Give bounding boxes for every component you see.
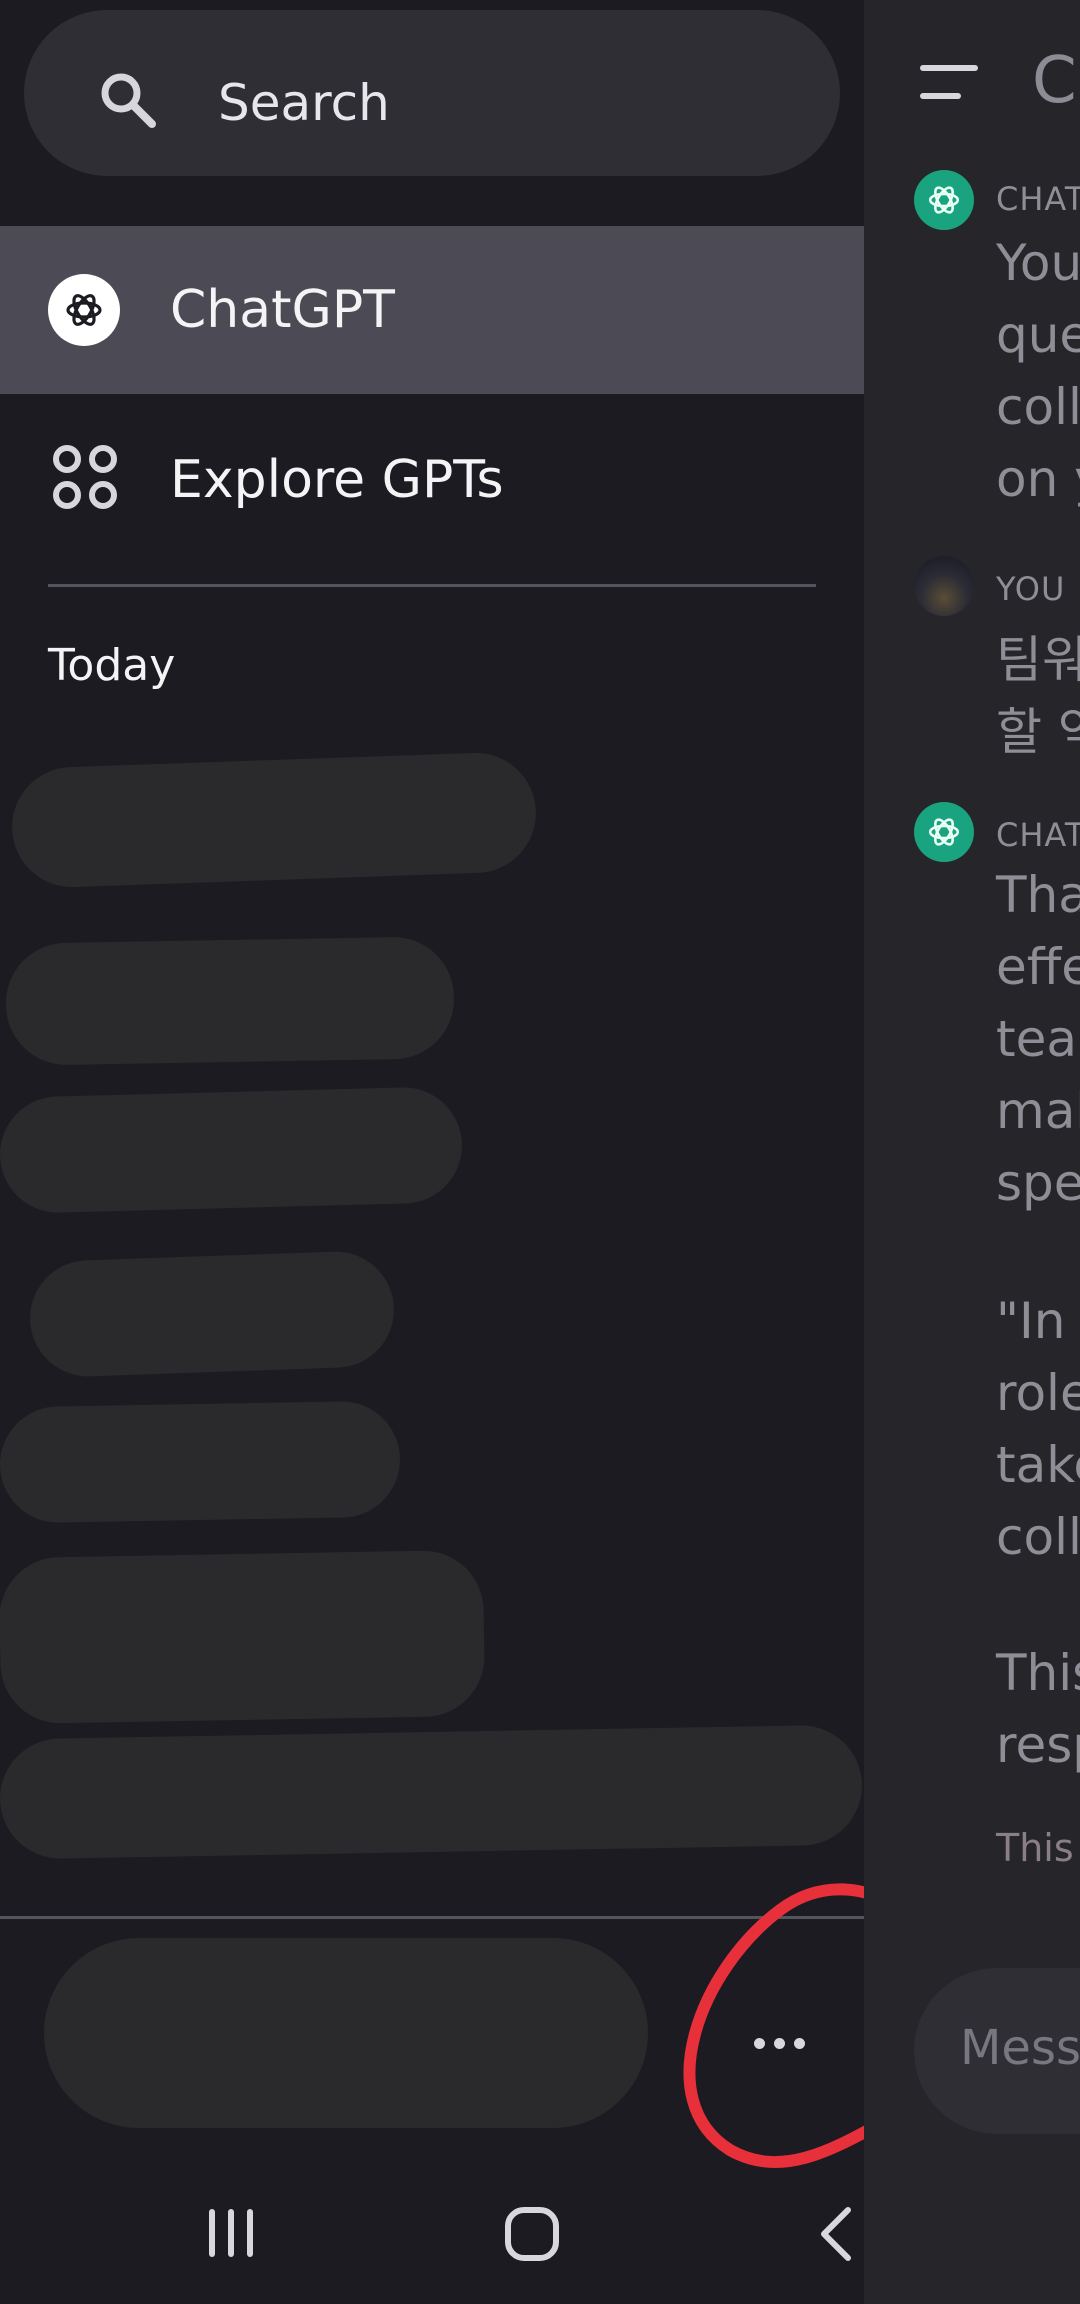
message-text: mak xyxy=(996,1082,1080,1140)
redacted-history-item[interactable] xyxy=(0,1085,464,1215)
search-label: Search xyxy=(218,74,390,132)
grid-icon xyxy=(52,444,118,514)
chat-title: Ch xyxy=(1032,44,1080,118)
sidebar-item-label: ChatGPT xyxy=(170,280,395,340)
redacted-history-item[interactable] xyxy=(28,1249,396,1379)
search-input[interactable]: Search xyxy=(24,10,840,176)
chatgpt-avatar-icon xyxy=(914,170,974,230)
message-input-placeholder: Mess xyxy=(960,2020,1080,2076)
chat-panel: Ch CHAT You que colla on y YOU 팀워 할 역 CH… xyxy=(864,0,1080,2304)
message-text: spe xyxy=(996,1154,1080,1212)
message-input[interactable]: Mess xyxy=(914,1968,1080,2134)
message-text: on y xyxy=(996,450,1080,508)
redacted-history-item[interactable] xyxy=(4,936,456,1066)
chat-header: Ch xyxy=(864,0,1080,170)
message-text: This xyxy=(996,1644,1080,1702)
redacted-account-profile[interactable] xyxy=(44,1938,648,2128)
recents-icon[interactable] xyxy=(206,2208,256,2258)
chatgpt-avatar-icon xyxy=(914,802,974,862)
message-text: tean xyxy=(996,1010,1080,1068)
menu-icon[interactable] xyxy=(920,64,978,100)
message-text: 할 역 xyxy=(996,703,1080,761)
system-navigation-bar xyxy=(0,2150,864,2304)
sidebar-item-chatgpt[interactable]: ChatGPT xyxy=(0,226,864,394)
back-icon[interactable] xyxy=(816,2206,856,2262)
sidebar-item-label: Explore GPTs xyxy=(170,450,504,510)
message-text: que xyxy=(996,306,1080,364)
home-icon[interactable] xyxy=(504,2206,560,2262)
redacted-history-item[interactable] xyxy=(0,1549,486,1725)
search-icon xyxy=(98,70,158,134)
message-text: Tha xyxy=(996,866,1080,924)
redacted-history-item[interactable] xyxy=(0,1400,401,1524)
message-text: resp xyxy=(996,1716,1080,1774)
sidebar-item-explore-gpts[interactable]: Explore GPTs xyxy=(0,396,864,564)
message-text: effe xyxy=(996,938,1080,996)
message-text: You xyxy=(996,234,1080,292)
redacted-history-item[interactable] xyxy=(0,1724,863,1860)
sidebar: Search ChatGPT Explore GPTs Today xyxy=(0,0,952,2304)
message-text: colla xyxy=(996,1508,1080,1566)
section-heading-today: Today xyxy=(48,640,176,691)
message-footnote: This xyxy=(996,1826,1074,1870)
chatgpt-logo-icon xyxy=(48,274,120,346)
message-text: take xyxy=(996,1436,1080,1494)
message-text: colla xyxy=(996,378,1080,436)
message-sender: YOU xyxy=(996,570,1066,608)
message-sender: CHAT xyxy=(996,180,1080,218)
divider xyxy=(48,584,816,587)
user-avatar xyxy=(914,556,974,616)
message-text: "In y xyxy=(996,1292,1080,1350)
message-sender: CHAT xyxy=(996,816,1080,854)
message-text: 팀워 xyxy=(996,631,1080,689)
message-text: role xyxy=(996,1364,1080,1422)
redacted-history-item[interactable] xyxy=(10,750,538,890)
